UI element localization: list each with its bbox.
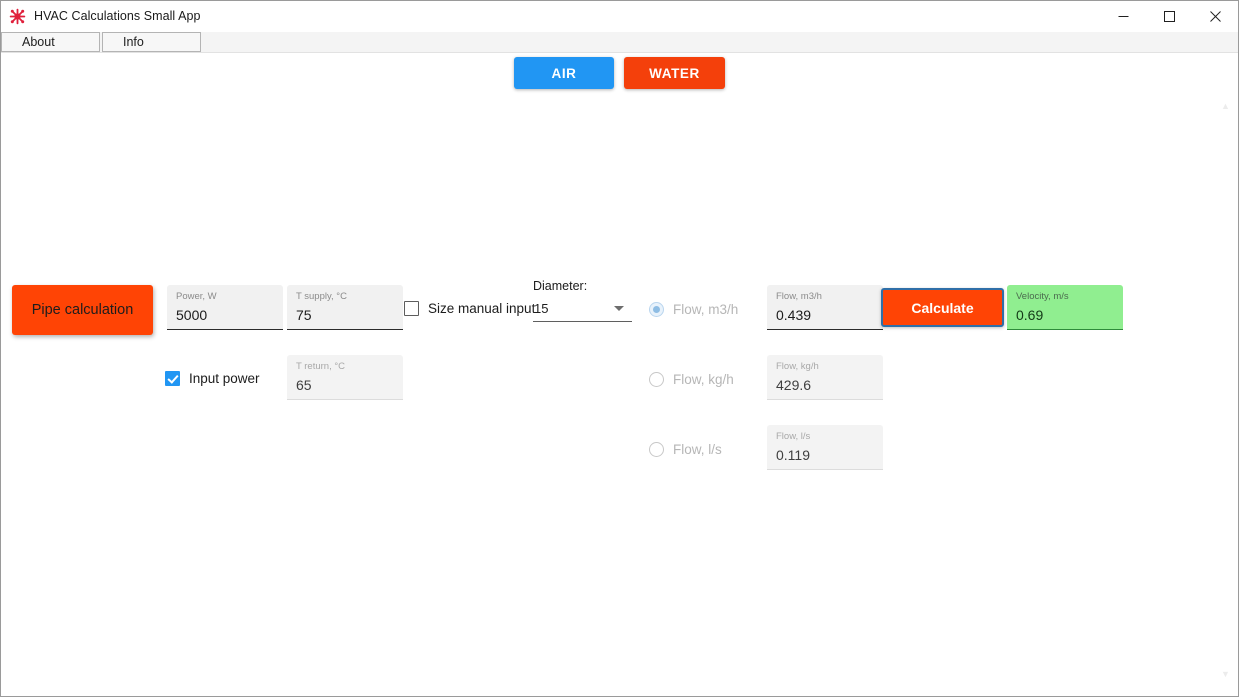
checkbox-box-unchecked-icon [404, 301, 419, 316]
menu-item-about[interactable]: About [1, 32, 100, 52]
flow-m3h-field-label: Flow, m3/h [776, 291, 822, 302]
t-supply-field-label: T supply, °C [296, 291, 347, 302]
menu-item-about-label: About [22, 35, 55, 49]
menu-item-info-label: Info [123, 35, 144, 49]
flow-m3h-field[interactable]: Flow, m3/h 0.439 [767, 285, 883, 330]
radio-unselected-icon [649, 372, 664, 387]
t-return-field[interactable]: T return, °C 65 [287, 355, 403, 400]
flow-ls-radio-label: Flow, l/s [673, 442, 722, 457]
chevron-down-icon [614, 306, 624, 311]
minimize-button[interactable] [1100, 1, 1146, 32]
flow-m3h-radio-label: Flow, m3/h [673, 302, 739, 317]
menu-item-info[interactable]: Info [102, 32, 201, 52]
size-manual-input-checkbox[interactable]: Size manual input [404, 301, 535, 316]
flow-kgh-radio-label: Flow, kg/h [673, 372, 734, 387]
calculate-button[interactable]: Calculate [881, 288, 1004, 327]
diameter-select[interactable]: 15 [533, 295, 632, 322]
size-manual-input-label: Size manual input [428, 301, 536, 316]
flow-ls-field[interactable]: Flow, l/s 0.119 [767, 425, 883, 470]
close-icon [1209, 11, 1221, 22]
scrollbar-down-arrow[interactable]: ▼ [1217, 665, 1234, 682]
checkbox-box-checked-icon [165, 371, 180, 386]
title-bar: HVAC Calculations Small App [1, 1, 1238, 32]
flow-ls-radio[interactable]: Flow, l/s [649, 442, 722, 457]
velocity-result-value: 0.69 [1016, 307, 1044, 323]
velocity-result-label: Velocity, m/s [1016, 291, 1069, 302]
window-controls [1100, 1, 1238, 32]
power-field-value: 5000 [176, 307, 208, 323]
water-mode-button[interactable]: WATER [624, 57, 725, 89]
window-title: HVAC Calculations Small App [34, 9, 201, 23]
velocity-result-field: Velocity, m/s 0.69 [1007, 285, 1123, 330]
power-field-label: Power, W [176, 291, 217, 302]
maximize-button[interactable] [1146, 1, 1192, 32]
client-area: AIR WATER Pipe calculation Power, W 5000… [1, 53, 1238, 696]
pipe-calculation-button[interactable]: Pipe calculation [12, 285, 153, 335]
menu-bar: About Info [1, 32, 1238, 53]
app-window: HVAC Calculations Small App About Info A… [0, 0, 1239, 697]
scrollbar-up-arrow[interactable]: ▲ [1217, 97, 1234, 114]
t-return-field-label: T return, °C [296, 361, 346, 372]
air-mode-button[interactable]: AIR [514, 57, 614, 89]
flow-ls-field-label: Flow, l/s [776, 431, 811, 442]
flow-kgh-field-value: 429.6 [776, 377, 812, 393]
power-field[interactable]: Power, W 5000 [167, 285, 283, 330]
t-supply-field-value: 75 [296, 307, 312, 323]
close-button[interactable] [1192, 1, 1238, 32]
flow-kgh-field[interactable]: Flow, kg/h 429.6 [767, 355, 883, 400]
radio-unselected-icon [649, 442, 664, 457]
radio-selected-icon [649, 302, 664, 317]
t-supply-field[interactable]: T supply, °C 75 [287, 285, 403, 330]
diameter-label: Diameter: [533, 279, 588, 293]
maximize-icon [1163, 11, 1175, 22]
flow-m3h-radio[interactable]: Flow, m3/h [649, 302, 738, 317]
flow-ls-field-value: 0.119 [776, 447, 810, 463]
t-return-field-value: 65 [296, 377, 312, 393]
flow-kgh-radio[interactable]: Flow, kg/h [649, 372, 734, 387]
diameter-dropdown[interactable]: Diameter: 15 [533, 278, 632, 322]
input-power-label: Input power [189, 371, 260, 386]
diameter-value: 15 [534, 300, 549, 316]
flow-m3h-field-value: 0.439 [776, 307, 812, 323]
app-snowflake-icon [9, 8, 26, 25]
minimize-icon [1118, 16, 1128, 17]
input-power-checkbox[interactable]: Input power [165, 371, 260, 386]
flow-kgh-field-label: Flow, kg/h [776, 361, 819, 372]
